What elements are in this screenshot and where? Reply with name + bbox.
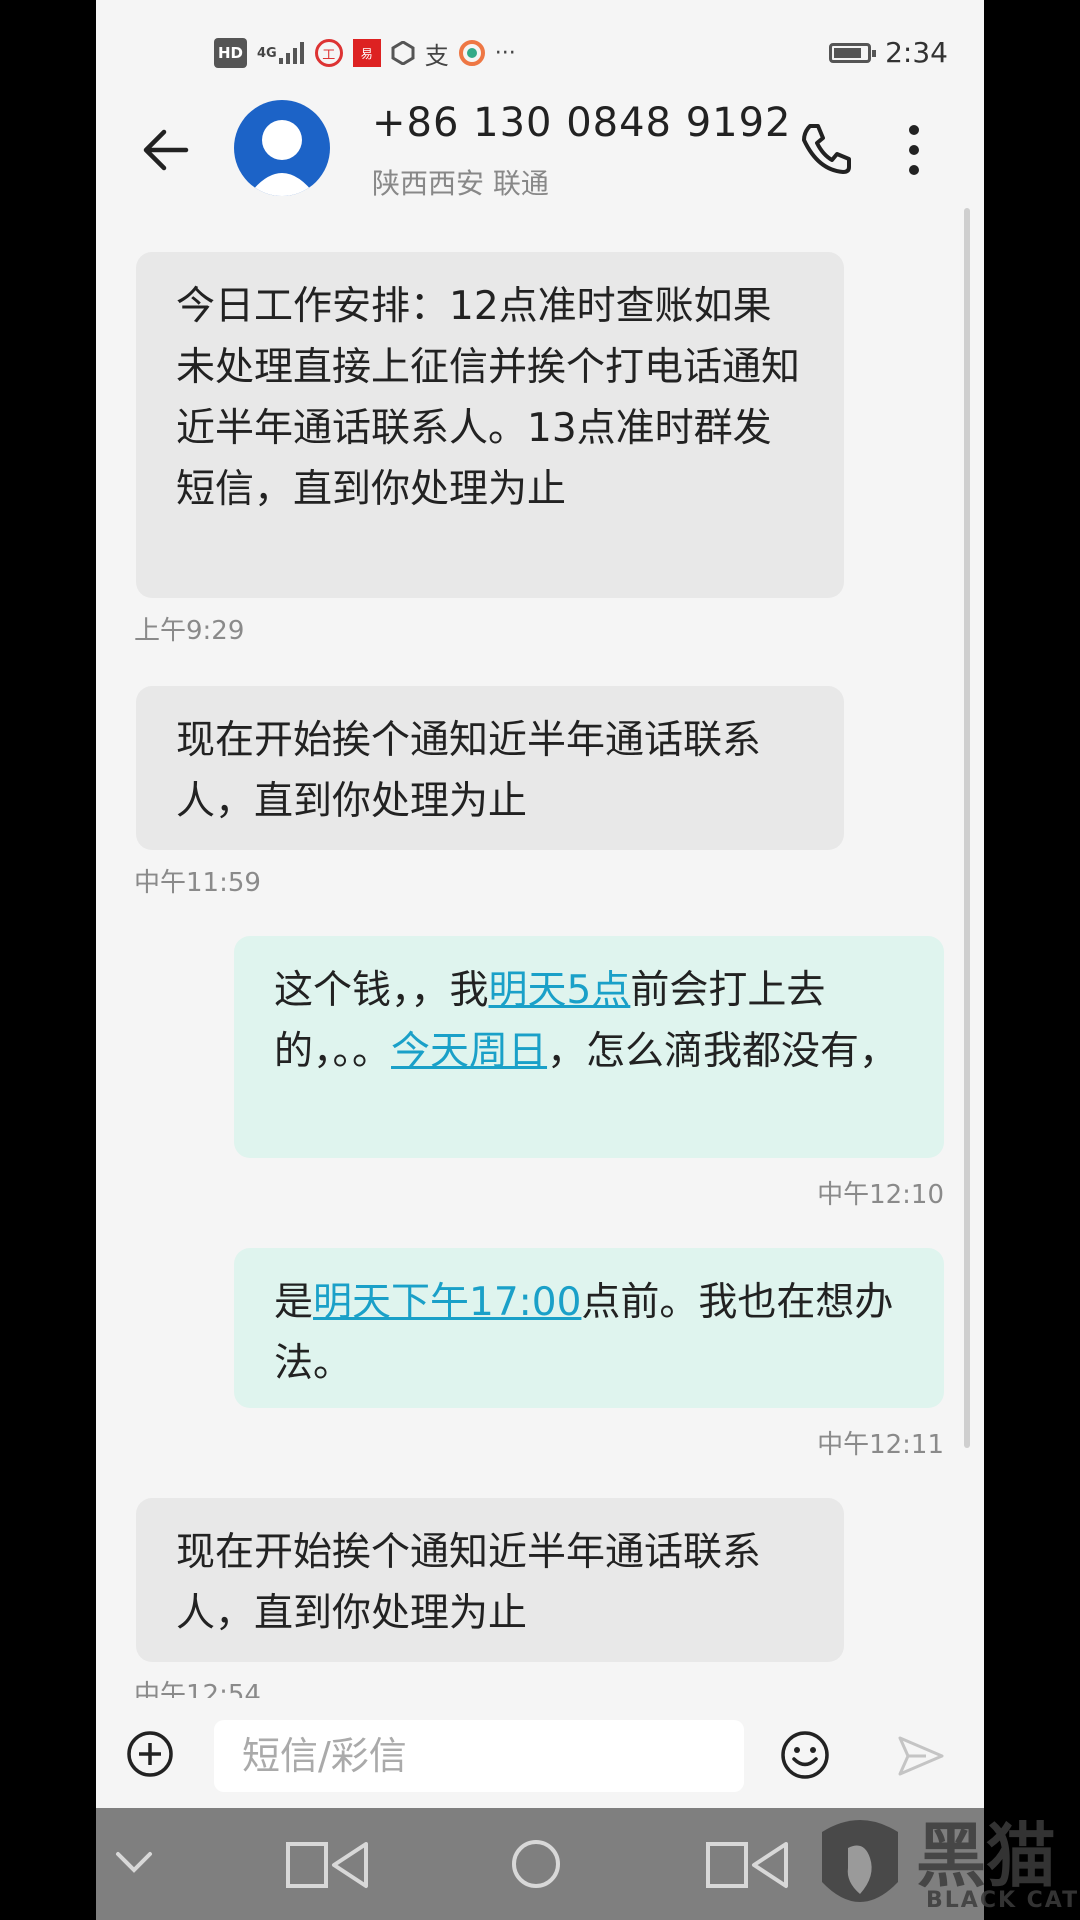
message-text: 现在开始挨个通知近半年通话联系人，直到你处理为止	[176, 1530, 762, 1636]
message-text: 现在开始挨个通知近半年通话联系人，直到你处理为止	[176, 718, 762, 824]
message-text: 是	[274, 1280, 314, 1325]
message-timestamp: 中午11:59	[134, 868, 261, 898]
message-list[interactable]: 今日工作安排：12点准时查账如果未处理直接上征信并挨个打电话通知近半年通话联系人…	[96, 206, 984, 1698]
scrollbar[interactable]	[964, 208, 970, 1448]
message-timestamp: 中午12:54	[134, 1680, 261, 1698]
signal-icon	[278, 42, 304, 64]
contact-number: +86 130 0848 9192	[372, 100, 792, 146]
nav-home-icon[interactable]	[510, 1838, 562, 1890]
message-bubble-incoming[interactable]: 现在开始挨个通知近半年通话联系人，直到你处理为止	[136, 1498, 844, 1662]
nav-back-icon[interactable]	[286, 1840, 370, 1890]
app-notification-icon	[391, 39, 415, 67]
status-bar: HD 4G 工 易 支 ··· 2:34	[96, 0, 984, 100]
back-arrow-icon[interactable]	[136, 120, 196, 180]
composer-bar	[96, 1698, 984, 1808]
message-bubble-outgoing[interactable]: 这个钱，，我明天5点前会打上去的，。。今天周日，怎么滴我都没有，	[234, 936, 944, 1158]
message-timestamp: 上午9:29	[134, 616, 245, 646]
message-text: 今日工作安排：12点准时查账如果未处理直接上征信并挨个打电话通知近半年通话联系人…	[176, 284, 801, 512]
bank-app-icon: 工	[314, 39, 343, 67]
phone-icon[interactable]	[796, 118, 856, 178]
alipay-icon: 支	[424, 41, 449, 70]
date-link[interactable]: 明天5点	[489, 968, 631, 1013]
sms-conversation-screen: HD 4G 工 易 支 ··· 2:34 +86 130 0848 9192 陕…	[96, 0, 984, 1920]
hd-indicator: HD	[214, 38, 248, 68]
date-link[interactable]: 明天下午17:00	[313, 1280, 581, 1325]
message-input[interactable]	[214, 1720, 744, 1792]
message-timestamp: 中午12:11	[817, 1430, 944, 1460]
news-app-icon: 易	[352, 39, 381, 67]
conversation-header: +86 130 0848 9192 陕西西安 联通	[96, 100, 984, 206]
watermark-subtext: BLACK CAT	[926, 1888, 1080, 1913]
nav-recents-icon[interactable]	[706, 1840, 790, 1890]
chevron-down-icon[interactable]	[114, 1850, 154, 1876]
message-bubble-incoming[interactable]: 现在开始挨个通知近半年通话联系人，直到你处理为止	[136, 686, 844, 850]
default-avatar-icon	[248, 120, 316, 196]
more-vert-icon[interactable]	[904, 120, 924, 180]
message-bubble-incoming[interactable]: 今日工作安排：12点准时查账如果未处理直接上征信并挨个打电话通知近半年通话联系人…	[136, 252, 844, 598]
more-notifications-icon: ···	[494, 40, 516, 66]
contact-location: 陕西西安 联通	[372, 167, 549, 200]
watermark-text: 黑猫	[916, 1815, 1056, 1897]
message-text: ，怎么滴我都没有，	[547, 1029, 899, 1074]
date-link[interactable]: 今天周日	[391, 1029, 547, 1074]
send-icon[interactable]	[896, 1734, 946, 1778]
browser-app-icon	[458, 39, 485, 67]
black-cat-logo	[822, 1820, 898, 1902]
message-timestamp: 中午12:10	[817, 1180, 944, 1210]
message-bubble-outgoing[interactable]: 是明天下午17:00点前。我也在想办法。	[234, 1248, 944, 1408]
message-text: 这个钱，，我	[274, 968, 489, 1013]
status-indicators: HD 4G 工 易 支 ···	[214, 38, 516, 70]
network-4g-indicator: 4G	[257, 39, 305, 67]
smiley-icon[interactable]	[780, 1730, 830, 1780]
avatar[interactable]	[234, 100, 330, 196]
clock: 2:34	[885, 36, 948, 69]
plus-circle-icon[interactable]	[126, 1730, 174, 1778]
message-input-container	[214, 1720, 744, 1792]
battery-icon	[829, 42, 877, 63]
